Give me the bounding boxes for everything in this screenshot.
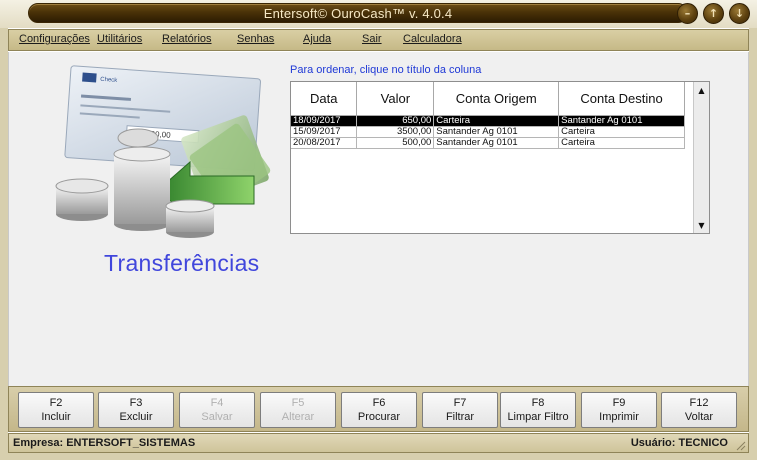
menu-configuracoes[interactable]: Configurações bbox=[19, 33, 90, 45]
transfers-grid[interactable]: Data Valor Conta Origem Conta Destino 18… bbox=[290, 81, 710, 234]
scroll-down-icon[interactable]: ▼ bbox=[694, 217, 709, 233]
table-row[interactable]: 20/08/2017 500,00 Santander Ag 0101 Cart… bbox=[291, 137, 685, 149]
menu-senhas[interactable]: Senhas bbox=[237, 33, 274, 45]
f5-alterar-button[interactable]: F5 Alterar bbox=[260, 392, 336, 428]
scroll-up-icon[interactable]: ▲ bbox=[694, 82, 709, 98]
column-header-data[interactable]: Data bbox=[291, 82, 358, 116]
fkey-key: F3 bbox=[129, 397, 143, 409]
f4-salvar-button[interactable]: F4 Salvar bbox=[179, 392, 255, 428]
table-row[interactable]: 15/09/2017 3500,00 Santander Ag 0101 Car… bbox=[291, 126, 685, 138]
fkey-label: Alterar bbox=[281, 411, 315, 423]
f9-imprimir-button[interactable]: F9 Imprimir bbox=[581, 392, 657, 428]
fkey-key: F8 bbox=[531, 397, 545, 409]
minimize-button[interactable]: – bbox=[677, 3, 698, 24]
fkey-label: Excluir bbox=[119, 411, 153, 423]
f12-voltar-button[interactable]: F12 Voltar bbox=[661, 392, 737, 428]
fkey-key: F9 bbox=[612, 397, 626, 409]
fkey-label: Procurar bbox=[357, 411, 401, 423]
fkey-label: Voltar bbox=[684, 411, 714, 423]
cell-data: 18/09/2017 bbox=[291, 115, 358, 127]
minimize-icon: – bbox=[684, 7, 691, 20]
fkey-key: F4 bbox=[210, 397, 224, 409]
f8-limpar-filtro-button[interactable]: F8 Limpar Filtro bbox=[500, 392, 576, 428]
column-header-conta-origem[interactable]: Conta Origem bbox=[433, 82, 560, 116]
cell-origem: Santander Ag 0101 bbox=[433, 126, 560, 138]
fkey-key: F2 bbox=[49, 397, 63, 409]
cell-valor: 3500,00 bbox=[356, 126, 435, 138]
status-empresa: Empresa: ENTERSOFT_SISTEMAS bbox=[13, 437, 196, 449]
fkey-key: F5 bbox=[291, 397, 305, 409]
fkey-key: F6 bbox=[372, 397, 386, 409]
fkey-key: F12 bbox=[689, 397, 709, 409]
vertical-scrollbar[interactable]: ▲ ▼ bbox=[693, 82, 709, 233]
fkey-label: Limpar Filtro bbox=[507, 411, 569, 423]
check-and-coins-transfer-icon: Check 000.000,00 bbox=[55, 65, 271, 238]
menu-utilitarios[interactable]: Utilitários bbox=[97, 33, 142, 45]
transfers-table: Data Valor Conta Origem Conta Destino 18… bbox=[291, 82, 685, 149]
cell-origem: Santander Ag 0101 bbox=[433, 137, 560, 149]
title-pill: Entersoft© OuroCash™ v. 4.0.4 bbox=[28, 3, 688, 23]
resize-grip-icon[interactable] bbox=[734, 439, 746, 451]
menu-ajuda[interactable]: Ajuda bbox=[303, 33, 331, 45]
close-icon: ↓ bbox=[734, 7, 745, 20]
window-frame-right bbox=[749, 28, 757, 460]
cell-data: 15/09/2017 bbox=[291, 126, 358, 138]
table-row[interactable]: 18/09/2017 650,00 Carteira Santander Ag … bbox=[291, 115, 685, 127]
menu-bar: Configurações Utilitários Relatórios Sen… bbox=[8, 29, 749, 51]
close-button[interactable]: ↓ bbox=[729, 3, 750, 24]
status-usuario: Usuário: TECNICO bbox=[630, 437, 728, 449]
window-frame-bottom bbox=[0, 453, 757, 460]
cell-origem: Carteira bbox=[433, 115, 560, 127]
cell-data: 20/08/2017 bbox=[291, 137, 358, 149]
cell-destino: Santander Ag 0101 bbox=[558, 115, 685, 127]
function-key-bar: F2 Incluir F3 Excluir F4 Salvar F5 Alter… bbox=[8, 386, 749, 432]
cell-valor: 650,00 bbox=[356, 115, 435, 127]
menu-sair[interactable]: Sair bbox=[362, 33, 382, 45]
window-frame-left bbox=[0, 28, 8, 460]
f6-procurar-button[interactable]: F6 Procurar bbox=[341, 392, 417, 428]
menu-relatorios[interactable]: Relatórios bbox=[162, 33, 212, 45]
column-header-conta-destino[interactable]: Conta Destino bbox=[558, 82, 685, 116]
column-header-valor[interactable]: Valor bbox=[356, 82, 435, 116]
cell-destino: Carteira bbox=[558, 126, 685, 138]
section-title: Transferências bbox=[104, 250, 260, 276]
title-bar[interactable]: Entersoft© OuroCash™ v. 4.0.4 – ↑ ↓ bbox=[0, 0, 757, 28]
menu-calculadora[interactable]: Calculadora bbox=[403, 33, 462, 45]
window-title: Entersoft© OuroCash™ v. 4.0.4 bbox=[263, 5, 453, 21]
f2-incluir-button[interactable]: F2 Incluir bbox=[18, 392, 94, 428]
sort-hint: Para ordenar, clique no título da coluna bbox=[290, 64, 482, 76]
table-header-row: Data Valor Conta Origem Conta Destino bbox=[291, 82, 685, 116]
cell-destino: Carteira bbox=[558, 137, 685, 149]
f3-excluir-button[interactable]: F3 Excluir bbox=[98, 392, 174, 428]
fkey-label: Salvar bbox=[201, 411, 233, 423]
fkey-label: Imprimir bbox=[599, 411, 639, 423]
fkey-key: F7 bbox=[453, 397, 467, 409]
maximize-button[interactable]: ↑ bbox=[703, 3, 724, 24]
fkey-label: Filtrar bbox=[445, 411, 475, 423]
maximize-icon: ↑ bbox=[708, 7, 719, 20]
fkey-label: Incluir bbox=[41, 411, 71, 423]
cell-valor: 500,00 bbox=[356, 137, 435, 149]
f7-filtrar-button[interactable]: F7 Filtrar bbox=[422, 392, 498, 428]
status-bar: Empresa: ENTERSOFT_SISTEMAS Usuário: TEC… bbox=[8, 433, 749, 453]
check-brand: Check bbox=[100, 77, 118, 84]
